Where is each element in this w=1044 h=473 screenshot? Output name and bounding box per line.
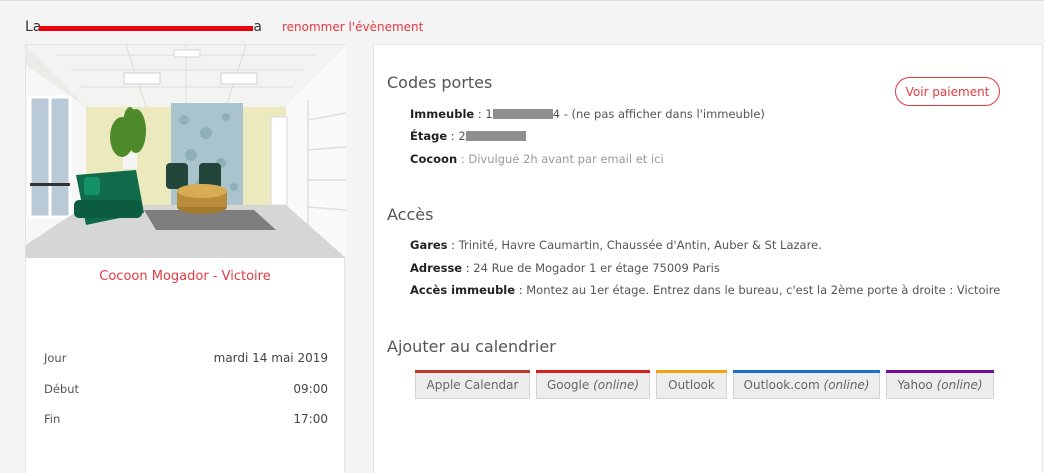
calendar-button-label: Apple Calendar: [426, 377, 519, 392]
schedule-label: Jour: [44, 351, 67, 365]
calendar-accent-bar: [656, 370, 727, 373]
code-value-end: 4 - (ne pas afficher dans l'immeuble): [552, 107, 765, 121]
title-redaction: [39, 26, 253, 31]
code-immeuble: Immeuble : 14 - (ne pas afficher dans l'…: [410, 107, 765, 121]
acces-gares: Gares : Trinité, Havre Caumartin, Chauss…: [410, 238, 822, 252]
code-value: Divulgué 2h avant par email et ici: [468, 152, 664, 166]
schedule-value: 17:00: [293, 412, 328, 426]
calendar-accent-bar: [415, 370, 530, 373]
schedule-value: 09:00: [293, 382, 328, 396]
schedule-value: mardi 14 mai 2019: [213, 351, 328, 365]
calendar-accent-bar: [536, 370, 650, 373]
code-label: Immeuble: [410, 107, 475, 121]
calendar-button-label: Outlook.com: [743, 377, 820, 392]
calendar-button-label: Google: [546, 377, 590, 392]
code-redaction: [492, 109, 553, 119]
calendar-button-label: Outlook: [668, 377, 715, 392]
acces-value: Trinité, Havre Caumartin, Chaussée d'Ant…: [458, 238, 822, 252]
code-value-start: 2: [458, 129, 466, 143]
event-details-card: Codes portes Voir paiement Immeuble : 14…: [373, 44, 1043, 473]
calendar-button-outlook[interactable]: Outlook: [656, 370, 727, 399]
event-header: La a renommer l'évènement: [25, 17, 423, 37]
acces-label: Adresse: [410, 261, 463, 275]
calendar-button-sub: (online): [593, 377, 640, 392]
room-photo: [26, 45, 346, 258]
acces-value: 24 Rue de Mogador 1 er étage 75009 Paris: [473, 261, 720, 275]
acces-adresse: Adresse : 24 Rue de Mogador 1 er étage 7…: [410, 261, 720, 275]
acces-value: Montez au 1er étage. Entrez dans le bure…: [526, 283, 1001, 297]
room-name[interactable]: Cocoon Mogador - Victoire: [26, 269, 344, 284]
rename-event-link[interactable]: renommer l'évènement: [282, 20, 423, 34]
section-title-calendar: Ajouter au calendrier: [387, 337, 556, 356]
calendar-accent-bar: [886, 370, 994, 373]
calendar-accent-bar: [733, 370, 880, 373]
code-etage: Étage : 2: [410, 129, 526, 143]
code-redaction: [465, 131, 526, 141]
code-label: Cocoon: [410, 152, 458, 166]
calendar-button-yahoo[interactable]: Yahoo (online): [886, 370, 994, 399]
section-title-acces: Accès: [387, 205, 434, 224]
top-divider: [0, 0, 1044, 1]
acces-immeuble: Accès immeuble : Montez au 1er étage. En…: [410, 283, 1001, 297]
room-card: Cocoon Mogador - Victoire Jour mardi 14 …: [25, 44, 346, 473]
acces-label: Accès immeuble: [410, 283, 516, 297]
event-title: La a: [25, 19, 262, 35]
schedule-label: Fin: [44, 412, 61, 426]
schedule-label: Début: [44, 382, 80, 396]
code-label: Étage: [410, 129, 448, 143]
acces-label: Gares: [410, 238, 448, 252]
section-title-codes: Codes portes: [387, 73, 493, 92]
schedule-row-start: Début 09:00: [44, 382, 328, 396]
schedule-row-day: Jour mardi 14 mai 2019: [44, 351, 328, 365]
calendar-button-outlook-com[interactable]: Outlook.com (online): [733, 370, 880, 399]
calendar-button-sub: (online): [936, 377, 983, 392]
calendar-button-label: Yahoo: [897, 377, 933, 392]
code-cocoon: Cocoon : Divulgué 2h avant par email et …: [410, 152, 664, 166]
schedule-row-end: Fin 17:00: [44, 412, 328, 426]
calendar-button-sub: (online): [823, 377, 870, 392]
view-payment-button[interactable]: Voir paiement: [895, 77, 1000, 106]
event-title-end: a: [253, 19, 262, 35]
calendar-button-google[interactable]: Google (online): [536, 370, 650, 399]
calendar-button-apple[interactable]: Apple Calendar: [415, 370, 530, 399]
code-value-start: 1: [485, 107, 493, 121]
